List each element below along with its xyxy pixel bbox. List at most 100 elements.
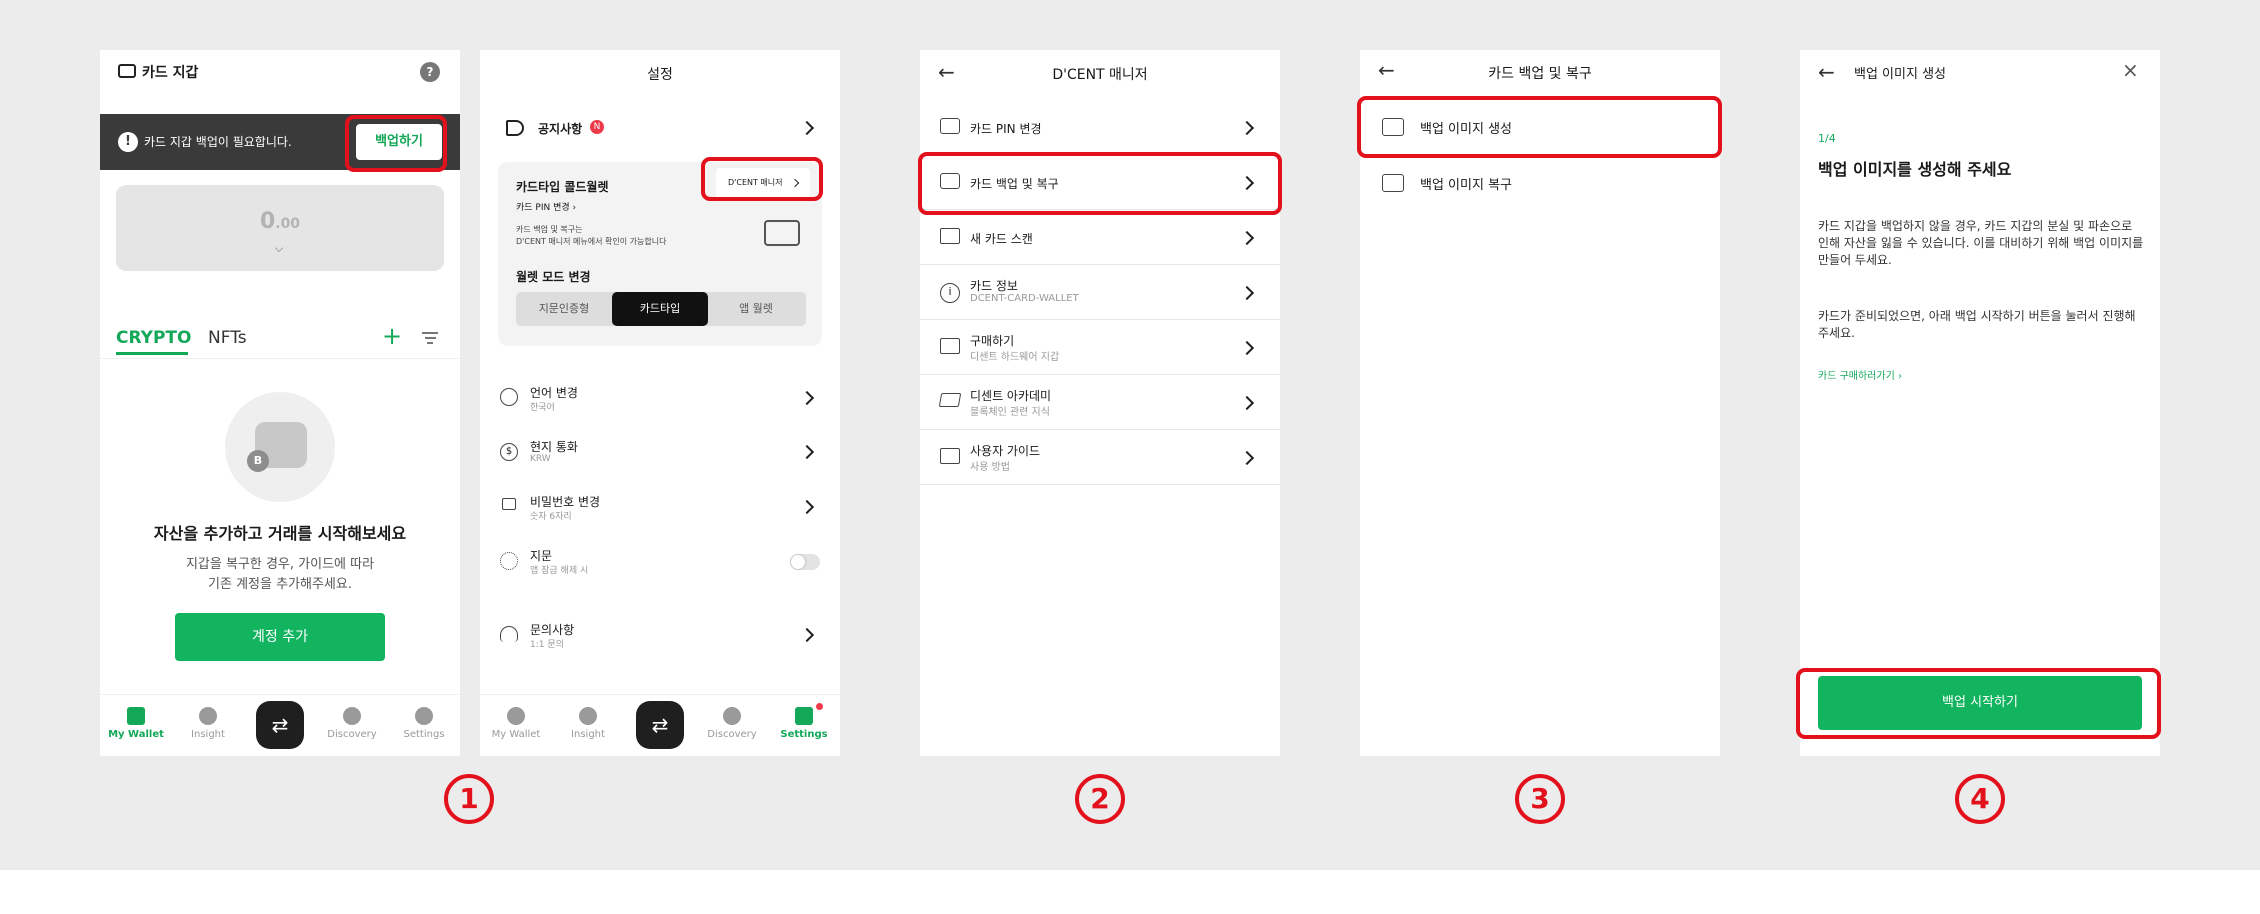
chevron-right-icon: [799, 627, 815, 643]
balance-card[interactable]: 0.00: [116, 185, 444, 271]
notice-badge: N: [590, 120, 604, 134]
step-number-1: 1: [444, 774, 494, 824]
store-icon: [940, 338, 960, 354]
swap-button[interactable]: ⇄: [636, 701, 684, 749]
chevron-right-icon: [799, 499, 815, 515]
fingerprint-icon: [500, 552, 518, 570]
swap-button[interactable]: ⇄: [256, 701, 304, 749]
tab-discovery[interactable]: Discovery: [702, 707, 762, 740]
divider: [100, 358, 460, 359]
globe-icon: [500, 388, 518, 406]
filter-icon[interactable]: [422, 332, 438, 344]
tab-insight[interactable]: Insight: [178, 707, 238, 740]
highlight-dcent-manager: [701, 157, 823, 201]
insight-icon: [579, 707, 597, 725]
manager-item-user-guide[interactable]: 사용자 가이드 사용 방법: [920, 430, 1280, 485]
tab-my-wallet[interactable]: My Wallet: [486, 707, 546, 740]
warning-icon: !: [118, 132, 138, 152]
settings-dot-badge: [816, 703, 823, 710]
page-title: 카드 지갑: [142, 65, 199, 81]
card-wallet-title: 카드타입 콜드월렛: [516, 180, 609, 194]
banner-text: 카드 지갑 백업이 필요합니다.: [144, 135, 292, 149]
headset-icon: [500, 626, 518, 642]
description-2: 카드가 준비되었으면, 아래 백업 시작하기 버튼을 눌러서 진행해주세요.: [1818, 309, 2136, 340]
step-number-3: 3: [1515, 774, 1565, 824]
gear-icon: [795, 707, 813, 725]
highlight-backup-button: [345, 115, 447, 172]
tab-my-wallet[interactable]: My Wallet: [106, 707, 166, 740]
manager-item-academy[interactable]: 디센트 아카데미 블록체인 관련 지식: [920, 375, 1280, 430]
graduation-cap-icon: [938, 393, 962, 407]
page-title: 카드 백업 및 복구: [1488, 66, 1592, 82]
mode-card-type[interactable]: 카드타입: [612, 292, 708, 326]
manager-item-card-info[interactable]: i 카드 정보 DCENT-CARD-WALLET: [920, 265, 1280, 320]
dollar-icon: $: [500, 443, 518, 461]
manager-item-card-pin[interactable]: 카드 PIN 변경: [920, 100, 1280, 155]
manager-item-purchase[interactable]: 구매하기 디센트 하드웨어 지갑: [920, 320, 1280, 375]
insight-icon: [199, 707, 217, 725]
step-number-4: 4: [1955, 774, 2005, 824]
chevron-right-icon: [1239, 285, 1255, 301]
step-indicator: 1/4: [1818, 132, 1836, 145]
highlight-create-backup-image: [1357, 96, 1722, 158]
chevron-right-icon: [1239, 230, 1255, 246]
wallet-icon: [507, 707, 525, 725]
gear-icon: [415, 707, 433, 725]
screen-create-backup-image: ← 백업 이미지 생성 × 1/4 백업 이미지를 생성해 주세요 카드 지갑을…: [1800, 50, 2160, 756]
chevron-right-icon: [1239, 340, 1255, 356]
backup-item-restore[interactable]: 백업 이미지 복구: [1360, 154, 1720, 210]
wallet-icon: [127, 707, 145, 725]
chevron-right-icon: [1239, 450, 1255, 466]
empty-wallet-illustration: B: [225, 392, 335, 502]
guide-icon: [940, 448, 960, 464]
description-1: 카드 지갑을 백업하지 않을 경우, 카드 지갑의 분실 및 파손으로 인해 자…: [1818, 219, 2144, 267]
tab-settings[interactable]: Settings: [394, 707, 454, 740]
chevron-right-icon: [799, 390, 815, 406]
close-icon[interactable]: ×: [2122, 58, 2139, 82]
compass-icon: [723, 707, 741, 725]
mode-fingerprint[interactable]: 지문인증형: [516, 292, 612, 326]
highlight-card-backup: [918, 152, 1282, 215]
buy-card-link[interactable]: 카드 구매하러가기 ›: [1818, 367, 1902, 382]
manager-item-new-card-scan[interactable]: 새 카드 스캔: [920, 210, 1280, 265]
help-icon[interactable]: ?: [420, 62, 440, 82]
bottom-tab-bar: My Wallet Insight ⇄ Discovery Settings: [100, 694, 460, 756]
empty-title: 자산을 추가하고 거래를 시작해보세요: [153, 524, 407, 543]
step-number-2: 2: [1075, 774, 1125, 824]
add-icon[interactable]: +: [382, 324, 402, 348]
highlight-start-backup: [1796, 668, 2161, 739]
tab-insight[interactable]: Insight: [558, 707, 618, 740]
wallet-mode-segmented: 지문인증형 카드타입 앱 월렛: [516, 292, 806, 326]
megaphone-icon: [506, 120, 524, 136]
empty-desc-line1: 지갑을 복구한 경우, 가이드에 따라: [185, 557, 375, 572]
page-title: 백업 이미지 생성: [1854, 67, 1946, 82]
add-account-button[interactable]: 계정 추가: [175, 613, 385, 661]
info-icon: i: [940, 283, 960, 303]
lock-icon: [502, 498, 516, 510]
bottom-tab-bar: My Wallet Insight ⇄ Discovery Settings: [480, 694, 840, 756]
tab-settings[interactable]: Settings: [774, 707, 834, 740]
fingerprint-toggle[interactable]: [790, 554, 820, 570]
chevron-right-icon: [1239, 395, 1255, 411]
mode-app-wallet[interactable]: 앱 월렛: [708, 292, 804, 326]
tab-discovery[interactable]: Discovery: [322, 707, 382, 740]
card-note-line2: D'CENT 매니저 메뉴에서 확인이 가능합니다: [516, 237, 667, 246]
page-title: D'CENT 매니저: [1052, 67, 1148, 83]
chevron-down-icon: [274, 243, 284, 253]
wallet-icon: [118, 64, 136, 78]
screen-settings: 설정 공지사항 N 카드타입 콜드월렛 카드 PIN 변경 › 카드 백업 및 …: [480, 50, 840, 756]
chevron-right-icon[interactable]: [799, 120, 815, 136]
notice-label[interactable]: 공지사항: [538, 120, 582, 137]
pin-icon: [940, 118, 960, 134]
card-icon: [764, 220, 800, 246]
heading: 백업 이미지를 생성해 주세요: [1818, 160, 2012, 179]
balance-value: 0.00: [259, 209, 301, 234]
card-pin-link[interactable]: 카드 PIN 변경 ›: [516, 200, 576, 213]
scan-icon: [940, 228, 960, 244]
wallet-mode-label: 월렛 모드 변경: [516, 270, 591, 284]
tab-nfts[interactable]: NFTs: [208, 328, 247, 348]
page-title: 설정: [647, 67, 673, 83]
tab-crypto[interactable]: CRYPTO: [116, 328, 191, 348]
compass-icon: [343, 707, 361, 725]
back-arrow-icon[interactable]: ←: [1818, 62, 1835, 82]
